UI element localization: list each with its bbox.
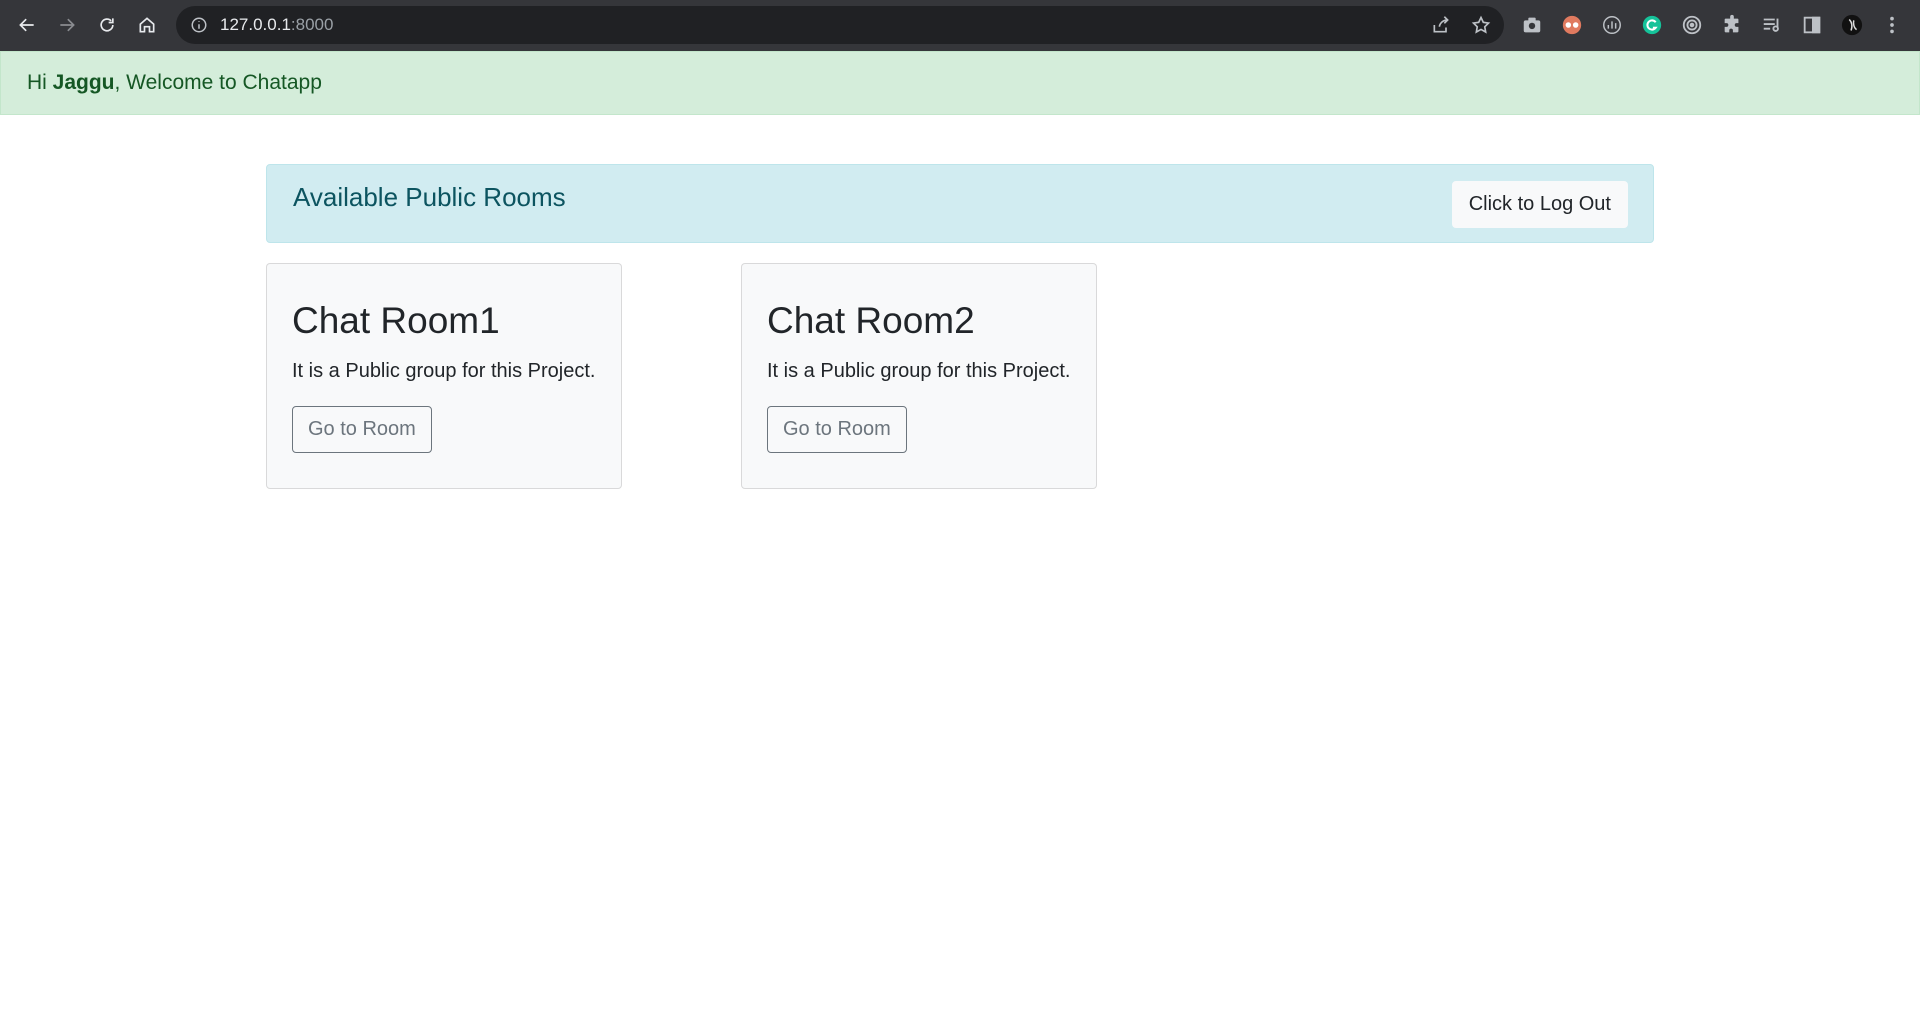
extensions-puzzle-icon[interactable] bbox=[1712, 5, 1752, 45]
rooms-header: Available Public Rooms Click to Log Out bbox=[266, 164, 1654, 243]
browser-toolbar: 127.0.0.1:8000 bbox=[0, 0, 1920, 51]
meter-extension-icon[interactable] bbox=[1592, 5, 1632, 45]
bookmark-star-icon[interactable] bbox=[1468, 12, 1494, 38]
rooms-title: Available Public Rooms bbox=[293, 182, 566, 212]
menu-dots-icon[interactable] bbox=[1872, 5, 1912, 45]
reload-icon[interactable] bbox=[87, 5, 127, 45]
room-card: Chat Room2 It is a Public group for this… bbox=[741, 263, 1097, 489]
address-bar[interactable]: 127.0.0.1:8000 bbox=[176, 6, 1504, 44]
home-icon[interactable] bbox=[127, 5, 167, 45]
welcome-banner: Hi Jaggu, Welcome to Chatapp bbox=[0, 51, 1920, 115]
go-to-room-button[interactable]: Go to Room bbox=[292, 406, 432, 453]
room-description: It is a Public group for this Project. bbox=[292, 360, 596, 382]
room-card: Chat Room1 It is a Public group for this… bbox=[266, 263, 622, 489]
forward-icon[interactable] bbox=[47, 5, 87, 45]
welcome-greeting: Hi bbox=[27, 71, 53, 94]
go-to-room-button[interactable]: Go to Room bbox=[767, 406, 907, 453]
logout-button[interactable]: Click to Log Out bbox=[1451, 181, 1628, 228]
camera-extension-icon[interactable] bbox=[1512, 5, 1552, 45]
welcome-message: , Welcome to Chatapp bbox=[114, 71, 322, 94]
room-title: Chat Room1 bbox=[292, 300, 500, 341]
share-icon[interactable] bbox=[1428, 12, 1454, 38]
room-title: Chat Room2 bbox=[767, 300, 975, 341]
site-info-icon[interactable] bbox=[190, 16, 208, 34]
welcome-username: Jaggu bbox=[52, 71, 115, 94]
media-control-icon[interactable] bbox=[1752, 5, 1792, 45]
url-text: 127.0.0.1:8000 bbox=[220, 15, 334, 34]
profile-avatar[interactable] bbox=[1832, 5, 1872, 45]
glasses-extension-icon[interactable] bbox=[1552, 5, 1592, 45]
back-icon[interactable] bbox=[7, 5, 47, 45]
room-description: It is a Public group for this Project. bbox=[767, 360, 1071, 382]
side-panel-icon[interactable] bbox=[1792, 5, 1832, 45]
target-extension-icon[interactable] bbox=[1672, 5, 1712, 45]
grammarly-extension-icon[interactable] bbox=[1632, 5, 1672, 45]
